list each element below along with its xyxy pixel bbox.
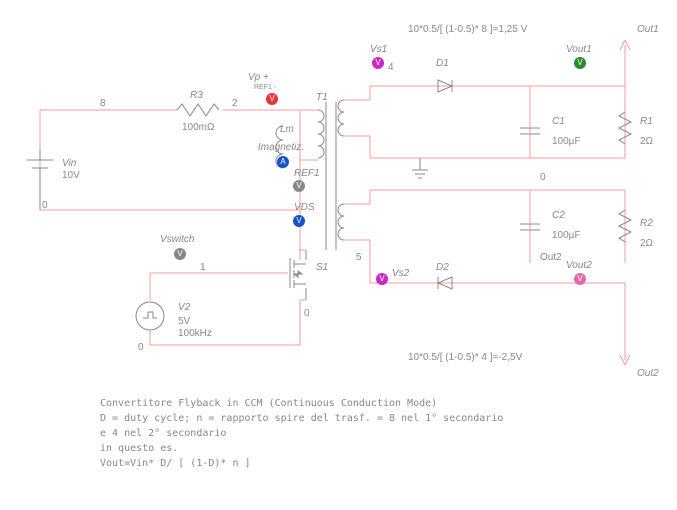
val-r1: 2Ω: [640, 136, 653, 147]
lbl-c1: C1: [552, 116, 565, 127]
net-0d: 0: [540, 172, 546, 183]
lbl-vin: Vin: [62, 158, 76, 169]
val-v2b: 100kHz: [178, 328, 212, 339]
lbl-vs2: Vs2: [392, 268, 409, 279]
lbl-d2: D2: [436, 262, 449, 273]
lbl-vds: VDS: [294, 202, 315, 213]
val-vin: 10V: [62, 170, 80, 181]
net-0a: 0: [42, 200, 48, 211]
foot-3: e 4 nel 2° secondario: [100, 428, 226, 439]
lbl-r2: R2: [640, 218, 653, 229]
foot-4: in questo es.: [100, 443, 178, 454]
net-5: 5: [356, 252, 362, 263]
lbl-imag: Imagnetiz.: [258, 142, 304, 153]
lbl-vswitch: Vswitch: [160, 234, 194, 245]
lbl-d1: D1: [436, 58, 449, 69]
foot-2: D = duty cycle; n = rapporto spire del t…: [100, 413, 503, 424]
lbl-s1: S1: [316, 262, 328, 273]
lbl-vp-sub: REF1 -: [254, 84, 276, 91]
net-2: 2: [232, 98, 238, 109]
lbl-c2: C2: [552, 210, 565, 221]
lbl-out2mid: Out2: [540, 252, 562, 263]
lbl-v2: V2: [178, 302, 190, 313]
val-c2: 100µF: [552, 230, 581, 241]
net-8: 8: [100, 98, 106, 109]
val-r3: 100mΩ: [182, 122, 215, 133]
val-v2a: 5V: [178, 316, 190, 327]
foot-1: Convertitore Flyback in CCM (Continuous …: [100, 398, 437, 409]
lbl-vout2: Vout2: [566, 260, 592, 271]
net-1: 1: [200, 262, 206, 273]
lbl-ref1: REF1: [294, 168, 320, 179]
lbl-t1: T1: [316, 92, 328, 103]
lbl-lm: Lm: [280, 124, 294, 135]
foot-5: Vout=Vin* D/ [ (1-D)* n ]: [100, 458, 251, 469]
lbl-vs1: Vs1: [370, 44, 387, 55]
val-r2: 2Ω: [640, 238, 653, 249]
net-4: 4: [388, 62, 394, 73]
lbl-r3: R3: [190, 90, 203, 101]
lbl-vp: Vp +: [248, 72, 269, 83]
lbl-r1: R1: [640, 116, 653, 127]
net-0c: 0: [304, 308, 310, 319]
net-0b: 0: [138, 342, 144, 353]
val-c1: 100µF: [552, 136, 581, 147]
lbl-vout1: Vout1: [566, 44, 592, 55]
